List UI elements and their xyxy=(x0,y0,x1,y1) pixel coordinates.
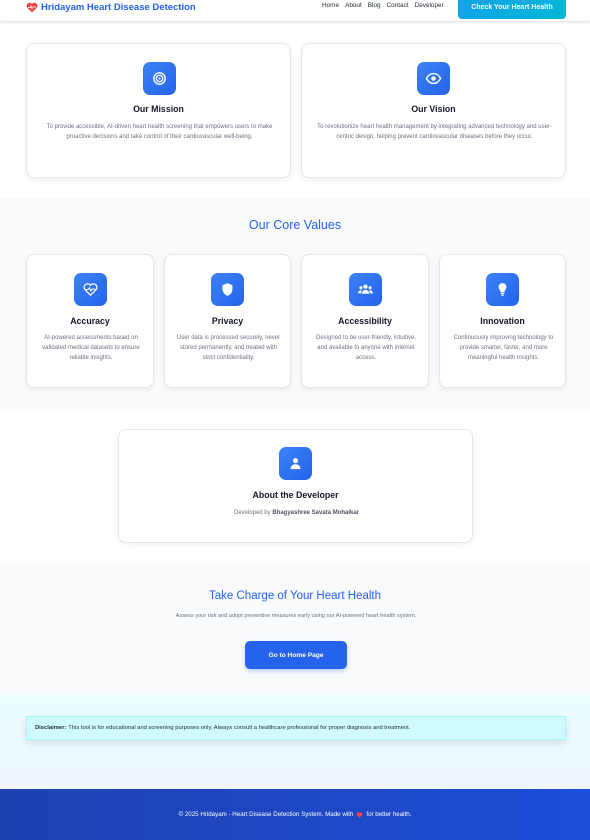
vision-title: Our Vision xyxy=(411,104,456,114)
value-title: Privacy xyxy=(211,316,244,326)
value-text: Designed to be user-friendly, intuitive,… xyxy=(316,335,416,361)
disclaimer-section xyxy=(0,695,590,789)
vision-card: Our Vision To revolutionize heart health… xyxy=(301,43,566,178)
check-heart-health-button[interactable]: Check Your Heart Health xyxy=(458,0,566,19)
value-title: Accessibility xyxy=(338,316,392,326)
nav-about[interactable]: About xyxy=(345,2,362,9)
disclaimer-box: Disclaimer: This tool is for educational… xyxy=(26,716,566,740)
mission-title: Our Mission xyxy=(133,104,184,114)
value-title: Accuracy xyxy=(70,316,110,326)
site-footer: © 2025 Hridayam - Heart Disease Detectio… xyxy=(0,789,590,840)
nav-developer[interactable]: Developer xyxy=(415,2,444,9)
shield-icon xyxy=(211,273,244,306)
users-icon xyxy=(349,273,382,306)
cta-section: Take Charge of Your Heart Health Assess … xyxy=(0,563,590,695)
nav-blog[interactable]: Blog xyxy=(368,2,381,9)
disclaimer-label: Disclaimer: xyxy=(35,725,67,731)
heart-icon xyxy=(356,811,363,818)
developer-title: About the Developer xyxy=(252,490,339,500)
value-text: AI-powered assessments based on validate… xyxy=(42,335,140,361)
core-values-section: Our Core Values Accuracy AI-powered asse… xyxy=(0,198,590,409)
main-nav: Home About Blog Contact Developer xyxy=(322,2,444,9)
footer-text-after: for better health. xyxy=(366,811,412,818)
user-icon xyxy=(279,447,312,480)
site-header: Hridayam Heart Disease Detection Home Ab… xyxy=(0,0,590,22)
lightbulb-icon xyxy=(486,273,519,306)
cta-text: Assess your risk and adopt preventive me… xyxy=(175,613,417,619)
value-title: Innovation xyxy=(480,316,525,326)
brand-logo[interactable]: Hridayam Heart Disease Detection xyxy=(26,2,196,13)
cta-title: Take Charge of Your Heart Health xyxy=(209,590,381,602)
developer-name: Bhagyashree Savata Mohalkar xyxy=(272,510,360,516)
developer-credit: Developed by Bhagyashree Savata Mohalkar xyxy=(119,508,474,518)
nav-home[interactable]: Home xyxy=(322,2,339,9)
target-icon xyxy=(143,62,176,95)
developer-prefix: Developed by xyxy=(233,510,271,516)
vision-text: To revolutionize heart health management… xyxy=(317,124,552,140)
value-text: Continuously improving technology to pro… xyxy=(453,335,554,361)
value-card-accuracy: Accuracy AI-powered assessments based on… xyxy=(26,254,154,388)
heart-icon xyxy=(26,2,38,13)
value-card-accessibility: Accessibility Designed to be user-friend… xyxy=(301,254,429,388)
go-home-button[interactable]: Go to Home Page xyxy=(245,641,347,669)
footer-text-before: © 2025 Hridayam - Heart Disease Detectio… xyxy=(178,811,354,818)
value-card-innovation: Innovation Continuously improving techno… xyxy=(439,254,566,388)
mission-card: Our Mission To provide accessible, AI-dr… xyxy=(26,43,291,178)
value-card-privacy: Privacy User data is processed securely,… xyxy=(164,254,291,388)
core-values-title: Our Core Values xyxy=(248,218,342,232)
brand-name: Hridayam Heart Disease Detection xyxy=(41,2,196,13)
value-text: User data is processed securely, never s… xyxy=(176,335,281,361)
nav-contact[interactable]: Contact xyxy=(387,2,409,9)
disclaimer-text: This tool is for educational and screeni… xyxy=(68,725,411,731)
developer-card: About the Developer Developed by Bhagyas… xyxy=(118,429,473,543)
mission-text: To provide accessible, AI-driven heart h… xyxy=(46,124,273,140)
eye-icon xyxy=(417,62,450,95)
heart-pulse-icon xyxy=(74,273,107,306)
